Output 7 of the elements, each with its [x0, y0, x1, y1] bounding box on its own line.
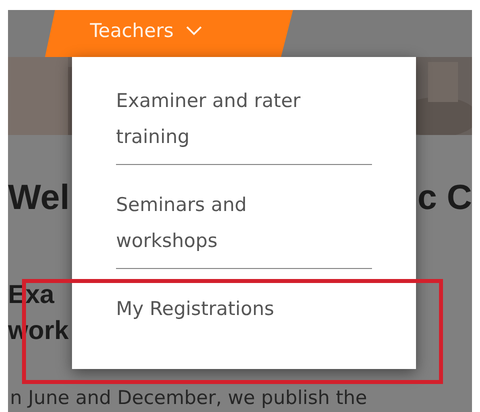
menu-item[interactable]: My Registrations — [116, 291, 274, 327]
paragraph: n June and December, we publish the — [10, 386, 368, 410]
menu-item[interactable]: Seminars and workshops — [116, 187, 346, 259]
chevron-down-icon — [186, 26, 202, 36]
page-heading: c C — [418, 177, 472, 219]
menu-item[interactable]: Examiner and rater training — [116, 83, 346, 155]
page-heading: Wel — [8, 177, 70, 219]
